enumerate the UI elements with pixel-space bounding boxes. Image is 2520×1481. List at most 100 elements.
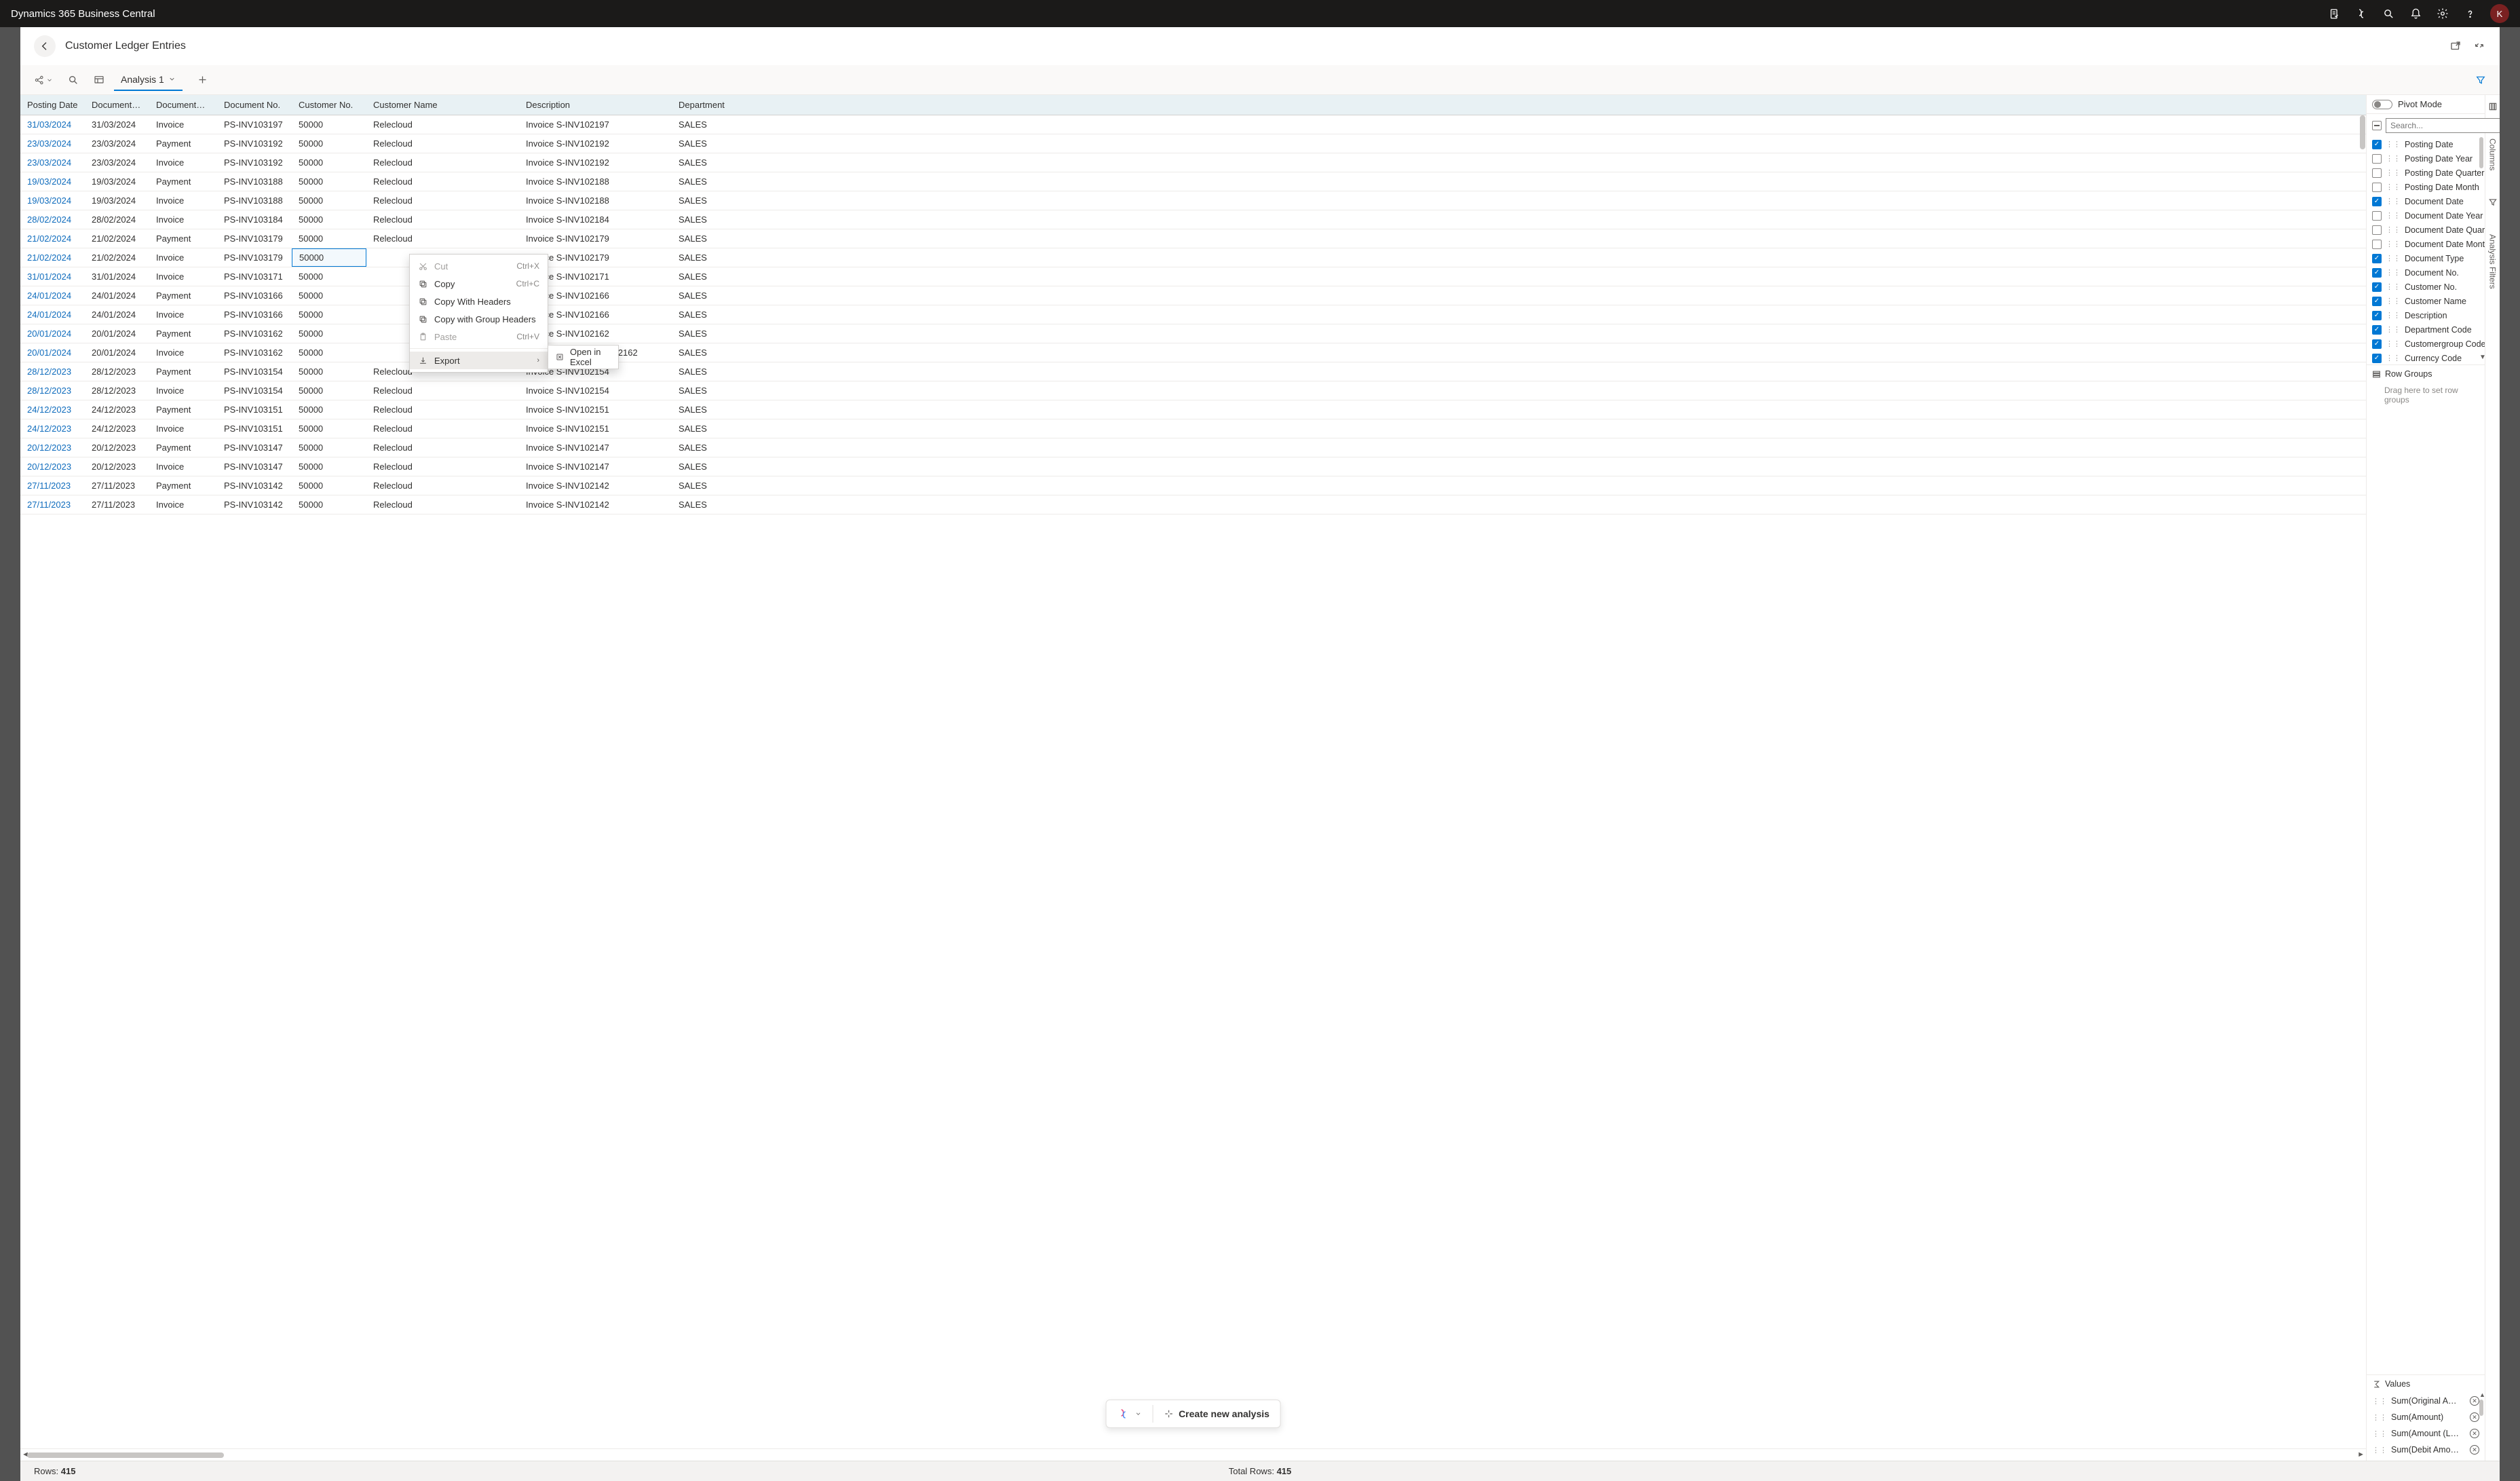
field-item[interactable]: ⋮⋮Customer No. <box>2367 280 2485 294</box>
table-row[interactable]: 21/02/202421/02/2024PaymentPS-INV1031795… <box>20 229 2366 248</box>
table-row[interactable]: 28/12/202328/12/2023PaymentPS-INV1031545… <box>20 362 2366 381</box>
drag-handle-icon[interactable]: ⋮⋮ <box>2386 354 2401 362</box>
analysis-tab-1[interactable]: Analysis 1 <box>114 69 183 91</box>
cell-posting-date[interactable]: 21/02/2024 <box>20 229 85 248</box>
field-item[interactable]: ⋮⋮Document Date Month <box>2367 237 2485 251</box>
drag-handle-icon[interactable]: ⋮⋮ <box>2386 168 2401 177</box>
drag-handle-icon[interactable]: ⋮⋮ <box>2386 254 2401 263</box>
field-checkbox[interactable] <box>2372 183 2382 192</box>
field-list-scrollbar[interactable]: ▼ <box>2479 137 2484 361</box>
vertical-scrollbar[interactable] <box>2359 115 2366 1447</box>
values-scrollbar[interactable]: ▲ <box>2479 1390 2484 1458</box>
field-item[interactable]: ⋮⋮Department Code <box>2367 322 2485 337</box>
cell-posting-date[interactable]: 23/03/2024 <box>20 134 85 153</box>
drag-handle-icon[interactable]: ⋮⋮ <box>2386 325 2401 334</box>
value-item[interactable]: ⋮⋮Sum(Amount)✕ <box>2367 1409 2485 1425</box>
value-item[interactable]: ⋮⋮Sum(Debit Amo…✕ <box>2367 1442 2485 1458</box>
field-checkbox[interactable] <box>2372 168 2382 178</box>
drag-handle-icon[interactable]: ⋮⋮ <box>2386 311 2401 320</box>
field-checkbox[interactable] <box>2372 140 2382 149</box>
field-checkbox[interactable] <box>2372 311 2382 320</box>
horizontal-scrollbar[interactable]: ◄ ► <box>20 1448 2366 1461</box>
field-checkbox[interactable] <box>2372 297 2382 306</box>
remove-value-button[interactable]: ✕ <box>2470 1445 2479 1455</box>
cell-posting-date[interactable]: 19/03/2024 <box>20 191 85 210</box>
table-row[interactable]: 24/01/202424/01/2024InvoicePS-INV1031665… <box>20 305 2366 324</box>
field-checkbox[interactable] <box>2372 211 2382 221</box>
drag-handle-icon[interactable]: ⋮⋮ <box>2386 211 2401 220</box>
field-item[interactable]: ⋮⋮Document Type <box>2367 251 2485 265</box>
cell-posting-date[interactable]: 20/01/2024 <box>20 343 85 362</box>
row-groups-placeholder[interactable]: Drag here to set row groups <box>2367 383 2485 411</box>
col-department[interactable]: Department… <box>672 95 726 115</box>
cell-posting-date[interactable]: 31/03/2024 <box>20 115 85 134</box>
select-all-fields-checkbox[interactable] <box>2372 121 2382 130</box>
cell-posting-date[interactable]: 23/03/2024 <box>20 153 85 172</box>
field-item[interactable]: ⋮⋮Customer Name <box>2367 294 2485 308</box>
col-document-type[interactable]: Document… <box>149 95 217 115</box>
field-item[interactable]: ⋮⋮Customergroup Code <box>2367 337 2485 351</box>
field-item[interactable]: ⋮⋮Posting Date Year <box>2367 151 2485 166</box>
table-row[interactable]: 24/12/202324/12/2023PaymentPS-INV1031515… <box>20 400 2366 419</box>
col-posting-date[interactable]: Posting Date <box>20 95 85 115</box>
table-row[interactable]: 31/01/202431/01/2024InvoicePS-INV1031715… <box>20 267 2366 286</box>
drag-handle-icon[interactable]: ⋮⋮ <box>2386 183 2401 191</box>
help-icon[interactable] <box>2463 7 2477 20</box>
document-check-icon[interactable] <box>2327 7 2341 20</box>
field-checkbox[interactable] <box>2372 225 2382 235</box>
col-customer-no[interactable]: Customer No. <box>292 95 366 115</box>
search-icon[interactable] <box>2382 7 2395 20</box>
table-row[interactable]: 23/03/202423/03/2024InvoicePS-INV1031925… <box>20 153 2366 172</box>
field-item[interactable]: ⋮⋮Currency Code <box>2367 351 2485 364</box>
scroll-right-arrow[interactable]: ► <box>2357 1450 2365 1459</box>
remove-value-button[interactable]: ✕ <box>2470 1412 2479 1422</box>
tab-analysis-filters[interactable]: Analysis Filters <box>2488 234 2498 289</box>
cell-posting-date[interactable]: 27/11/2023 <box>20 476 85 495</box>
copilot-dropdown[interactable] <box>1106 1400 1152 1427</box>
table-row[interactable]: 27/11/202327/11/2023InvoicePS-INV1031425… <box>20 495 2366 514</box>
cm-copy[interactable]: Copy Ctrl+C <box>410 275 548 293</box>
field-checkbox[interactable] <box>2372 268 2382 278</box>
table-row[interactable]: 23/03/202423/03/2024PaymentPS-INV1031925… <box>20 134 2366 153</box>
user-avatar[interactable]: K <box>2490 4 2509 23</box>
table-row[interactable]: 21/02/202421/02/2024InvoicePS-INV1031795… <box>20 248 2366 267</box>
drag-handle-icon[interactable]: ⋮⋮ <box>2386 268 2401 277</box>
table-row[interactable]: 20/01/202420/01/2024InvoicePS-INV1031625… <box>20 343 2366 362</box>
table-row[interactable]: 28/02/202428/02/2024InvoicePS-INV1031845… <box>20 210 2366 229</box>
cell-posting-date[interactable]: 24/12/2023 <box>20 419 85 438</box>
field-item[interactable]: ⋮⋮Posting Date <box>2367 137 2485 151</box>
col-document-date[interactable]: Document… <box>85 95 149 115</box>
field-item[interactable]: ⋮⋮Posting Date Quarter <box>2367 166 2485 180</box>
cell-posting-date[interactable]: 19/03/2024 <box>20 172 85 191</box>
columns-tab-icon[interactable] <box>2488 102 2498 111</box>
share-dropdown[interactable] <box>28 69 58 91</box>
cell-posting-date[interactable]: 20/12/2023 <box>20 457 85 476</box>
drag-handle-icon[interactable]: ⋮⋮ <box>2372 1429 2387 1438</box>
value-item[interactable]: ⋮⋮Sum(Amount (L…✕ <box>2367 1425 2485 1442</box>
field-item[interactable]: ⋮⋮Document Date <box>2367 194 2485 208</box>
remove-value-button[interactable]: ✕ <box>2470 1429 2479 1438</box>
drag-handle-icon[interactable]: ⋮⋮ <box>2386 154 2401 163</box>
filters-tab-icon[interactable] <box>2488 198 2498 207</box>
cell-posting-date[interactable]: 28/12/2023 <box>20 362 85 381</box>
analysis-view-toggle[interactable] <box>88 69 110 91</box>
col-document-no[interactable]: Document No. <box>217 95 292 115</box>
field-checkbox[interactable] <box>2372 254 2382 263</box>
drag-handle-icon[interactable]: ⋮⋮ <box>2386 197 2401 206</box>
field-item[interactable]: ⋮⋮Document Date Year <box>2367 208 2485 223</box>
table-row[interactable]: 20/12/202320/12/2023PaymentPS-INV1031475… <box>20 438 2366 457</box>
drag-handle-icon[interactable]: ⋮⋮ <box>2386 282 2401 291</box>
create-new-analysis[interactable]: Create new analysis <box>1153 1400 1280 1427</box>
settings-icon[interactable] <box>2436 7 2449 20</box>
pivot-toggle[interactable] <box>2372 100 2392 109</box>
field-checkbox[interactable] <box>2372 240 2382 249</box>
back-button[interactable] <box>34 35 56 57</box>
collapse-icon[interactable] <box>2474 40 2486 52</box>
col-customer-name[interactable]: Customer Name <box>366 95 519 115</box>
table-row[interactable]: 19/03/202419/03/2024InvoicePS-INV1031885… <box>20 191 2366 210</box>
cell-posting-date[interactable]: 24/01/2024 <box>20 286 85 305</box>
cm-export[interactable]: Export › <box>410 352 548 369</box>
table-row[interactable]: 20/12/202320/12/2023InvoicePS-INV1031475… <box>20 457 2366 476</box>
field-checkbox[interactable] <box>2372 154 2382 164</box>
drag-handle-icon[interactable]: ⋮⋮ <box>2386 240 2401 248</box>
